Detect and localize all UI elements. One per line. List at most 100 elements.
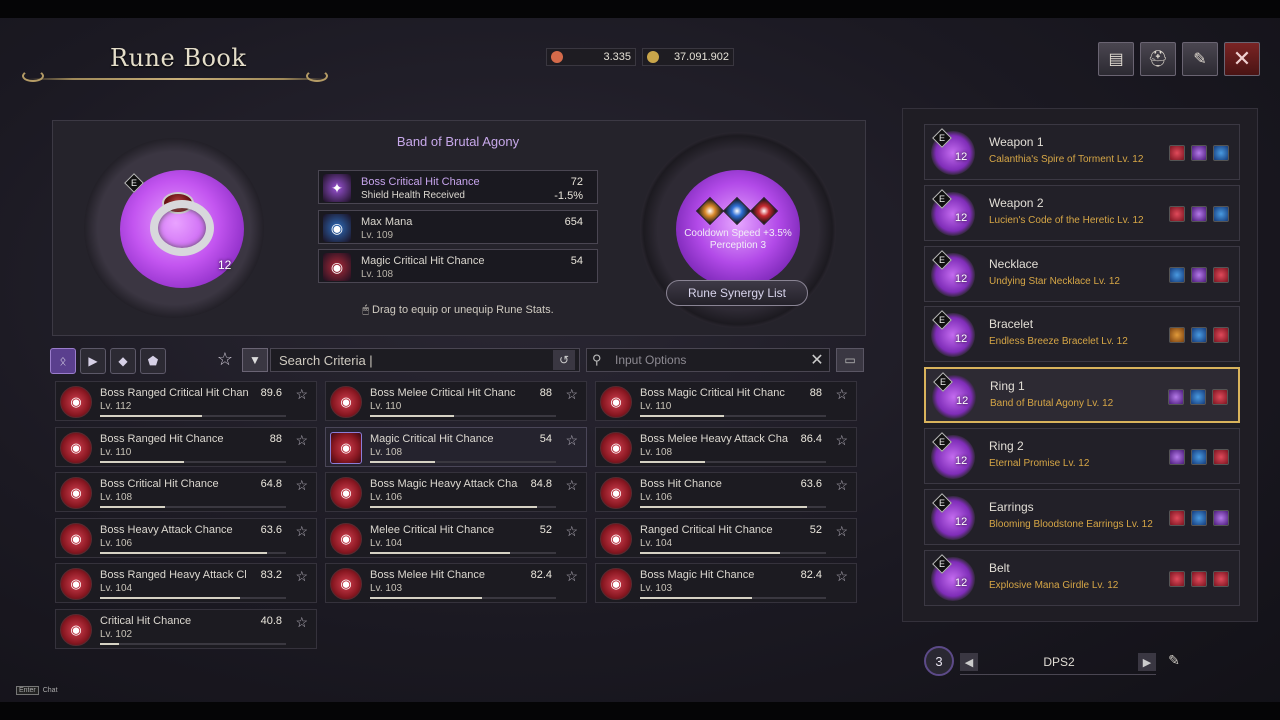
rune-progress-fill — [100, 643, 119, 645]
mouse-icon: 🖱 — [362, 304, 373, 316]
favorite-star-icon[interactable]: ☆ — [295, 568, 308, 585]
favorite-star-icon[interactable]: ☆ — [295, 432, 308, 449]
tab-defense-runes[interactable]: ⬟ — [140, 348, 166, 374]
equip-slot-name: Ring 1 — [990, 379, 1025, 394]
clear-icon[interactable]: ✕ — [806, 350, 828, 370]
currency-gold-value: 37.091.902 — [673, 51, 729, 63]
scroll-icon: ✎ — [1193, 51, 1207, 68]
options-menu-button[interactable]: ▭ — [836, 348, 864, 372]
equip-slot-belt[interactable]: E 12 Belt Explosive Mana Girdle Lv. 12 — [924, 549, 1240, 606]
equip-level: 12 — [955, 272, 968, 285]
reset-icon[interactable]: ↺ — [553, 350, 575, 370]
rune-name: Boss Magic Hit Chance — [640, 569, 755, 582]
favorite-star-icon[interactable]: ☆ — [565, 568, 578, 585]
rune-card[interactable]: ◉ Ranged Critical Hit Chance 52 Lv. 104 ☆ — [595, 517, 857, 558]
blue-rune-icon — [1191, 509, 1207, 526]
gold-coin-icon — [647, 51, 659, 63]
favorite-star-icon[interactable]: ☆ — [835, 432, 848, 449]
filter-button[interactable]: ▼ — [242, 348, 268, 372]
stat-value: 54 — [570, 255, 583, 267]
rune-name: Boss Melee Hit Chance — [370, 569, 485, 582]
blue-rune-icon — [1191, 327, 1207, 344]
rune-card[interactable]: ◉ Boss Melee Critical Hit Chanc 88 Lv. 110 ☆ — [325, 381, 587, 421]
favorite-star-icon[interactable]: ☆ — [295, 614, 308, 631]
rune-stat-slot-3[interactable]: ◉ Magic Critical Hit Chance Lv. 108 54 — [318, 249, 598, 283]
search-criteria-input[interactable]: Search Criteria | — [270, 348, 580, 372]
equip-runes — [1169, 327, 1229, 344]
equip-slot-ring-1[interactable]: E 12 Ring 1 Band of Brutal Agony Lv. 12 — [924, 367, 1240, 424]
equip-slot-name: Necklace — [989, 256, 1039, 271]
rune-name: Boss Hit Chance — [640, 478, 722, 491]
favorite-star-icon[interactable]: ☆ — [565, 523, 578, 540]
rune-card[interactable]: ◉ Magic Critical Hit Chance 54 Lv. 108 ☆ — [325, 426, 587, 467]
favorite-star-icon[interactable]: ☆ — [565, 477, 578, 494]
equip-slot-earrings[interactable]: E 12 Earrings Blooming Bloodstone Earrings … — [924, 488, 1240, 545]
rune-stat-slot-2[interactable]: ◉ Max Mana Lv. 109 654 — [318, 210, 598, 244]
favorite-star-icon[interactable]: ☆ — [295, 523, 308, 540]
rune-card[interactable]: ◉ Boss Magic Heavy Attack Cha 84.8 Lv. 106 ☆ — [325, 472, 587, 513]
red-rune-icon — [1169, 509, 1185, 526]
rune-card[interactable]: ◉ Boss Melee Hit Chance 82.4 Lv. 103 ☆ — [325, 563, 587, 604]
favorite-star-icon[interactable]: ☆ — [835, 386, 848, 403]
equip-slot-necklace[interactable]: E 12 Necklace Undying Star Necklace Lv. 12 — [924, 245, 1240, 302]
equip-runes — [1168, 389, 1228, 406]
rune-stat-slot-1[interactable]: ✦ Boss Critical Hit Chance Shield Health… — [318, 170, 598, 204]
purple-rune-icon — [1191, 145, 1207, 161]
rune-card[interactable]: ◉ Boss Heavy Attack Chance 63.6 Lv. 106 ☆ — [55, 517, 317, 558]
ring-icon[interactable] — [150, 200, 214, 256]
rune-synergy-list-button[interactable]: Rune Synergy List — [666, 280, 808, 306]
favorite-star-icon[interactable]: ☆ — [835, 568, 848, 585]
favorite-star-icon[interactable]: ☆ — [835, 523, 848, 540]
rune-card[interactable]: ◉ Boss Ranged Critical Hit Chan 89.6 Lv. 11… — [55, 381, 317, 421]
scroll-button[interactable]: ✎ — [1182, 42, 1218, 76]
favorite-filter-star-icon[interactable]: ☆ — [214, 348, 236, 370]
preset-prev-button[interactable]: ◀ — [960, 653, 978, 671]
rune-progress-bar — [370, 506, 556, 509]
rune-card[interactable]: ◉ Boss Ranged Hit Chance 88 Lv. 110 ☆ — [55, 426, 317, 467]
currency-quill-value: 3.335 — [603, 51, 631, 63]
favorite-star-icon[interactable]: ☆ — [565, 386, 578, 403]
favorite-star-icon[interactable]: ☆ — [295, 477, 308, 494]
play-icon: ▶ — [88, 354, 98, 368]
rune-name: Boss Heavy Attack Chance — [100, 523, 233, 536]
preset-next-button[interactable]: ▶ — [1138, 653, 1156, 671]
equip-slot-name: Weapon 2 — [989, 195, 1044, 210]
tab-attack-runes[interactable]: ▶ — [80, 348, 106, 374]
rune-card[interactable]: ◉ Boss Melee Heavy Attack Cha 86.4 Lv. 108 ☆ — [595, 426, 857, 467]
stat-value: 72 — [570, 176, 583, 188]
rune-progress-bar — [100, 460, 286, 463]
rune-card[interactable]: ◉ Boss Hit Chance 63.6 Lv. 106 ☆ — [595, 472, 857, 513]
equip-slot-name: Earrings — [989, 499, 1034, 514]
rune-card[interactable]: ◉ Boss Ranged Heavy Attack Cl 83.2 Lv. 104 ☆ — [55, 563, 317, 604]
favorite-star-icon[interactable]: ☆ — [295, 386, 308, 403]
rune-card[interactable]: ◉ Boss Critical Hit Chance 64.8 Lv. 108 ☆ — [55, 472, 317, 513]
tab-all-runes[interactable]: ᛟ — [50, 348, 76, 374]
rune-value: 63.6 — [800, 478, 822, 491]
rune-level: Lv. 106 — [100, 537, 133, 549]
equip-slot-ring-2[interactable]: E 12 Ring 2 Eternal Promise Lv. 12 — [924, 428, 1240, 484]
tab-utility-runes[interactable]: ◆ — [110, 348, 136, 374]
close-button[interactable]: ✕ — [1224, 42, 1260, 76]
edit-preset-icon[interactable]: ✎ — [1164, 652, 1184, 672]
purple-rune-icon: ✦ — [323, 174, 351, 202]
shield-icon: ⬟ — [147, 354, 159, 368]
equip-slot-bracelet[interactable]: E 12 Bracelet Endless Breeze Bracelet Lv. 1… — [924, 306, 1240, 363]
rune-level: Lv. 103 — [370, 583, 403, 595]
input-options-field[interactable]: Input Options — [586, 348, 830, 372]
favorite-star-icon[interactable]: ☆ — [565, 432, 578, 449]
rune-progress-bar — [370, 460, 556, 463]
helmet-button[interactable]: ⛑ — [1140, 42, 1176, 76]
rune-level: Lv. 110 — [640, 401, 672, 412]
rune-card[interactable]: ◉ Melee Critical Hit Chance 52 Lv. 104 ☆ — [325, 517, 587, 558]
card-button[interactable]: ▤ — [1098, 42, 1134, 76]
rune-card[interactable]: ◉ Critical Hit Chance 40.8 Lv. 102 ☆ — [55, 609, 317, 649]
item-level: 12 — [218, 258, 232, 272]
rune-progress-bar — [640, 551, 826, 554]
rune-card[interactable]: ◉ Boss Magic Critical Hit Chanc 88 Lv. 110 ☆ — [595, 381, 857, 421]
favorite-star-icon[interactable]: ☆ — [835, 477, 848, 494]
right-curl-ornament — [306, 70, 328, 82]
red-rune-icon: ◉ — [600, 386, 632, 418]
equip-slot-weapon-2[interactable]: E 12 Weapon 2 Lucien's Code of the Heretic … — [924, 184, 1240, 241]
rune-card[interactable]: ◉ Boss Magic Hit Chance 82.4 Lv. 103 ☆ — [595, 563, 857, 604]
equip-slot-weapon-1[interactable]: E 12 Weapon 1 Calanthia's Spire of Torment … — [924, 124, 1240, 180]
